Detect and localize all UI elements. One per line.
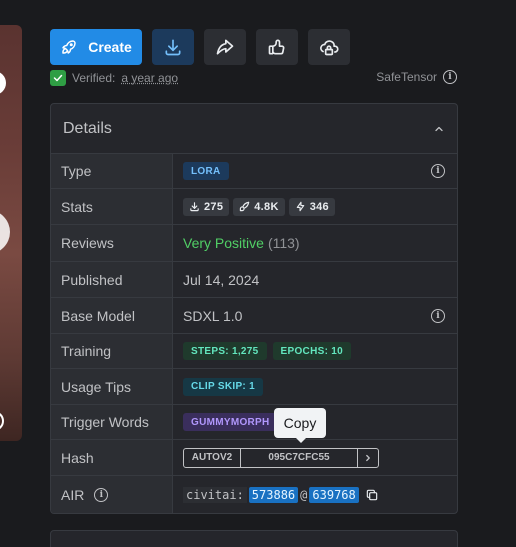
safetensor-status: SafeTensor i [376,70,457,84]
details-card: Details Type LORA i Stats 275 4.8K 346 R… [50,103,458,514]
info-icon[interactable]: i [431,308,445,323]
detail-row-base-model: Base Model SDXL 1.0 i [51,298,457,334]
cloud-lock-icon [320,40,339,56]
copy-tooltip: Copy [274,408,326,443]
generations-count: 4.8K [254,200,279,213]
steps-badge: STEPS: 1,275 [183,342,267,360]
image-badge-icon[interactable] [0,71,6,95]
detail-label: Type [51,154,173,188]
download-button[interactable] [152,29,194,65]
details-title: Details [63,119,112,137]
chevron-up-icon[interactable] [433,123,445,135]
detail-row-training: Training STEPS: 1,275 EPOCHS: 10 [51,334,457,369]
share-button[interactable] [204,29,246,65]
download-icon [165,39,181,56]
detail-row-trigger-words: Trigger Words GUMMYMORPH [51,405,457,440]
detail-label: Reviews [51,225,173,261]
detail-label: Trigger Words [51,405,173,439]
thumb-up-icon [268,39,285,55]
details-header[interactable]: Details [51,104,457,154]
verified-status: Verified: a year ago [50,70,178,86]
detail-row-published: Published Jul 14, 2024 [51,262,457,298]
safetensor-label: SafeTensor [376,70,437,84]
downloads-count: 275 [204,200,224,213]
preview-image-panel[interactable]: ··· i [0,25,22,441]
type-badge: LORA [183,162,229,180]
verified-time[interactable]: a year ago [121,71,178,85]
detail-row-hash: Hash AUTOV2 095C7CFC55 [51,440,457,476]
buzz-stat: 346 [288,197,335,216]
image-info-icon[interactable]: i [0,411,4,431]
air-identifier[interactable]: civitai: 573886 @ 639768 [183,487,379,503]
detail-row-air: AIR i civitai: 573886 @ 639768 [51,476,457,513]
copy-icon[interactable] [365,488,379,502]
hash-algo-button[interactable]: AUTOV2 [184,448,241,467]
create-button[interactable]: Create [50,29,142,65]
detail-label: Stats [51,189,173,224]
hash-value-button[interactable]: 095C7CFC55 [241,448,358,467]
verified-label: Verified: [72,71,116,85]
info-icon[interactable]: i [94,488,109,502]
brush-icon [240,201,250,212]
detail-row-type: Type LORA i [51,154,457,189]
create-button-label: Create [88,39,132,55]
detail-row-reviews: Reviews Very Positive (113) [51,225,457,262]
generations-stat: 4.8K [233,197,285,216]
detail-row-stats: Stats 275 4.8K 346 [51,189,457,225]
buzz-count: 346 [309,200,329,213]
like-button[interactable] [256,29,298,65]
clip-skip-badge: CLIP SKIP: 1 [183,377,263,396]
detail-label: AIR i [51,476,173,513]
epochs-badge: EPOCHS: 10 [272,342,351,360]
review-sentiment[interactable]: Very Positive [183,235,264,251]
review-count: (113) [267,235,300,251]
air-model-id: 573886 [248,487,299,503]
detail-label: Published [51,262,173,297]
action-toolbar: Create [50,29,350,65]
share-icon [216,39,234,55]
detail-row-usage-tips: Usage Tips CLIP SKIP: 1 [51,369,457,405]
info-icon[interactable]: i [443,70,457,84]
detail-label: Training [51,334,173,368]
rocket-icon [62,40,76,54]
info-icon[interactable]: i [431,164,445,178]
carousel-nav-button[interactable] [0,210,10,254]
air-prefix: civitai: [183,487,247,503]
hash-next-button[interactable] [358,449,378,467]
hash-selector: AUTOV2 095C7CFC55 [183,447,379,468]
cloud-lock-button[interactable] [308,29,350,65]
air-label: AIR [61,487,85,503]
detail-label: Usage Tips [51,369,173,404]
detail-label: Base Model [51,298,173,333]
shield-check-icon [50,70,66,86]
air-version-id: 639768 [309,487,359,503]
downloads-stat: 275 [183,197,230,216]
trigger-word-badge[interactable]: GUMMYMORPH [183,413,278,431]
published-date: Jul 14, 2024 [183,271,260,288]
air-at: @ [300,488,308,502]
bolt-icon [296,201,304,212]
detail-label: Hash [51,440,173,475]
next-section-card [50,530,458,547]
base-model-value: SDXL 1.0 [183,307,243,324]
download-icon [190,202,199,212]
chevron-right-icon [366,454,370,461]
